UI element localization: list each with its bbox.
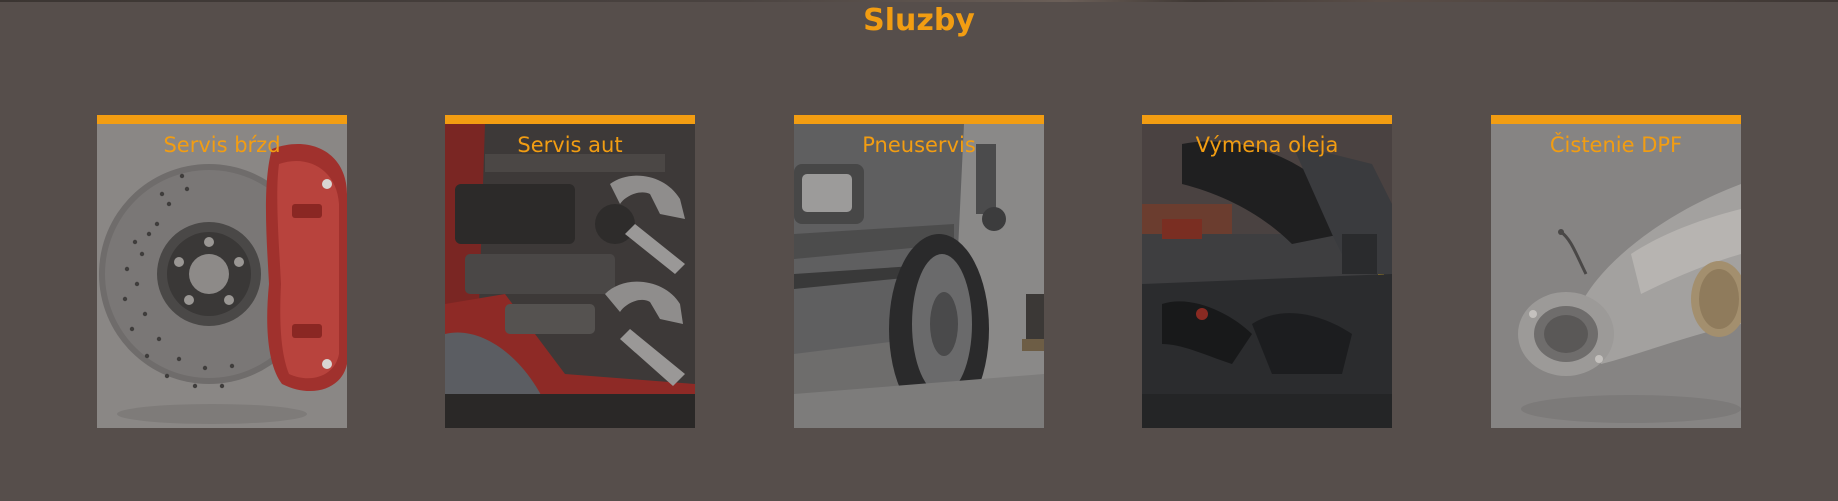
service-card-dpf-cleaning[interactable]: Čistenie DPF [1491,115,1741,428]
service-title: Pneuservis [862,133,976,157]
services-section: Sluzby Servis bŕzd Servis aut Pneuservis… [0,0,1838,501]
brake-disc-caliper-image [97,124,347,428]
engine-bay-wrenches-image [445,124,695,428]
service-card-brakes[interactable]: Servis bŕzd [97,115,347,428]
card-accent-bar [794,115,1044,124]
service-title: Servis bŕzd [163,133,281,157]
card-accent-bar [445,115,695,124]
service-title: Čistenie DPF [1549,133,1683,157]
oil-change-engine-image [1142,124,1392,428]
service-title: Servis aut [517,133,623,157]
service-card-tire-service[interactable]: Pneuservis [794,115,1044,428]
card-accent-bar [1142,115,1392,124]
card-accent-bar [97,115,347,124]
car-wheel-tire-image [794,124,1044,428]
service-title: Výmena oleja [1195,133,1339,157]
service-card-oil-change[interactable]: Výmena oleja [1142,115,1392,428]
service-card-car-service[interactable]: Servis aut [445,115,695,428]
section-title: Sluzby [863,3,975,38]
service-cards: Servis bŕzd Servis aut Pneuservis Výmena… [97,115,1741,428]
dpf-exhaust-pipe-image [1491,124,1741,428]
card-accent-bar [1491,115,1741,124]
